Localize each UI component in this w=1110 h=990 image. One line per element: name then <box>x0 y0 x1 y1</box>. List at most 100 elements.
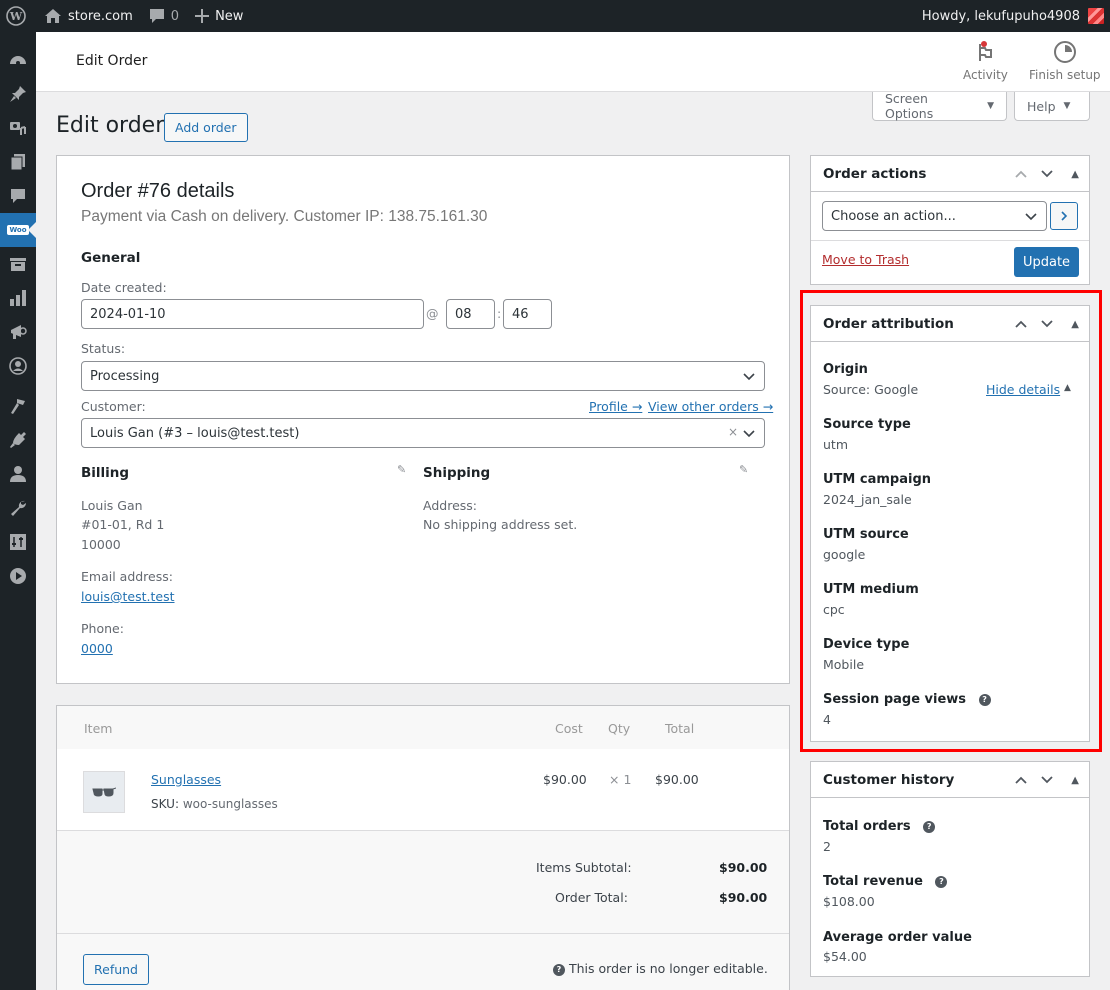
activity-label: Activity <box>963 68 1008 82</box>
move-up-chevron-icon[interactable] <box>1013 166 1029 182</box>
my-account-menu[interactable]: Howdy, lekufupuho4908 <box>922 8 1110 24</box>
order-action-select[interactable]: Choose an action... <box>822 201 1047 231</box>
comments-count: 0 <box>170 8 180 24</box>
hour-input[interactable]: 08 <box>446 299 495 329</box>
product-sku: SKU: woo-sunglasses <box>151 794 278 814</box>
billing-phone-link[interactable]: 0000 <box>81 641 113 656</box>
origin-label: Origin <box>823 362 868 377</box>
move-down-chevron-icon[interactable] <box>1039 166 1055 182</box>
source-type-label: Source type <box>823 417 911 432</box>
wordpress-icon: W <box>6 6 26 26</box>
update-button[interactable]: Update <box>1014 247 1079 277</box>
help-label: Help <box>1027 98 1056 114</box>
apply-action-button[interactable] <box>1050 202 1078 230</box>
status-select[interactable]: Processing <box>81 361 765 391</box>
toggle-panel-triangle-icon[interactable]: ▲ <box>1071 319 1079 330</box>
customer-select[interactable]: Louis Gan (#3 – louis@test.test) × <box>81 418 765 448</box>
chevron-down-icon <box>743 373 755 381</box>
device-type-label: Device type <box>823 637 910 652</box>
move-up-chevron-icon[interactable] <box>1013 772 1029 788</box>
not-editable-notice: ? This order is no longer editable. <box>553 961 768 976</box>
total-revenue-text: Total revenue <box>823 874 923 889</box>
status-label: Status: <box>81 341 126 356</box>
admin-sidebar: Woo <box>0 32 36 990</box>
sidebar-item-users[interactable] <box>0 457 36 491</box>
edit-billing-pencil-icon[interactable]: ✎ <box>397 463 406 476</box>
sidebar-item-appearance[interactable] <box>0 389 36 423</box>
product-thumbnail <box>83 771 125 813</box>
session-page-views-value: 4 <box>823 712 831 727</box>
general-heading: General <box>81 250 141 266</box>
activity-button[interactable]: Activity <box>963 40 1008 82</box>
sidebar-item-media-player[interactable] <box>0 559 36 593</box>
sidebar-item-customers[interactable] <box>0 349 36 383</box>
sidebar-item-woocommerce[interactable]: Woo <box>0 213 36 247</box>
product-name-link[interactable]: Sunglasses <box>151 772 221 787</box>
customer-history-title: Customer history <box>823 772 955 788</box>
page-title: Edit order <box>56 113 165 138</box>
sidebar-item-pages[interactable] <box>0 145 36 179</box>
column-item: Item <box>84 721 113 736</box>
item-total: $90.00 <box>655 772 699 787</box>
billing-address: #01-01, Rd 1 <box>81 517 165 532</box>
items-subtotal-label: Items Subtotal: <box>536 860 632 875</box>
sidebar-item-dashboard[interactable] <box>0 43 36 77</box>
sidebar-item-comments[interactable] <box>0 179 36 213</box>
move-up-chevron-icon[interactable] <box>1013 316 1029 332</box>
clear-customer-icon[interactable]: × <box>728 425 738 439</box>
customer-label: Customer: <box>81 399 146 414</box>
sidebar-item-plugins[interactable] <box>0 423 36 457</box>
new-content-link[interactable]: New <box>187 0 251 32</box>
view-other-orders-link[interactable]: View other orders → <box>648 399 773 414</box>
item-qty: × 1 <box>609 772 632 787</box>
header-title: Edit Order <box>76 53 148 69</box>
item-cost: $90.00 <box>543 772 587 787</box>
help-icon[interactable]: ? <box>978 693 991 706</box>
collapse-triangle-icon[interactable]: ▲ <box>1064 383 1071 393</box>
hide-details-link[interactable]: Hide details <box>986 382 1060 397</box>
svg-text:W: W <box>9 10 23 23</box>
utm-medium-label: UTM medium <box>823 582 919 597</box>
date-created-input[interactable]: 2024-01-10 <box>81 299 424 329</box>
edit-shipping-pencil-icon[interactable]: ✎ <box>739 463 748 476</box>
help-button[interactable]: Help ▼ <box>1014 92 1090 121</box>
sidebar-item-products[interactable] <box>0 247 36 281</box>
help-icon[interactable]: ? <box>923 820 936 833</box>
source-type-value: utm <box>823 437 848 452</box>
sidebar-item-media[interactable] <box>0 111 36 145</box>
order-items-panel: Item Cost Qty Total Sunglasses SKU: woo-… <box>56 705 790 990</box>
move-to-trash-link[interactable]: Move to Trash <box>822 252 909 267</box>
sidebar-item-analytics[interactable] <box>0 281 36 315</box>
move-down-chevron-icon[interactable] <box>1039 316 1055 332</box>
billing-email-link[interactable]: louis@test.test <box>81 589 175 604</box>
sidebar-item-settings[interactable] <box>0 525 36 559</box>
order-actions-title: Order actions <box>823 166 927 182</box>
avatar <box>1088 8 1104 24</box>
help-icon[interactable]: ? <box>935 875 948 888</box>
toggle-panel-triangle-icon[interactable]: ▲ <box>1071 775 1079 786</box>
order-meta: Payment via Cash on delivery. Customer I… <box>81 208 488 225</box>
order-action-placeholder: Choose an action... <box>831 208 956 224</box>
sidebar-item-marketing[interactable] <box>0 315 36 349</box>
comments-link[interactable]: 0 <box>141 0 187 32</box>
pages-icon <box>10 154 25 171</box>
minute-input[interactable]: 46 <box>503 299 552 329</box>
finish-setup-button[interactable]: Finish setup <box>1029 40 1101 82</box>
profile-link[interactable]: Profile → <box>589 399 642 414</box>
screen-options-button[interactable]: Screen Options ▼ <box>872 91 1007 121</box>
date-created-label: Date created: <box>81 280 167 295</box>
sidebar-item-posts[interactable] <box>0 77 36 111</box>
wordpress-logo-button[interactable]: W <box>0 0 36 32</box>
order-total-value: $90.00 <box>719 890 768 905</box>
add-order-button[interactable]: Add order <box>164 113 248 142</box>
greeting: Howdy, lekufupuho4908 <box>921 8 1080 24</box>
column-cost: Cost <box>555 721 583 736</box>
toggle-panel-triangle-icon[interactable]: ▲ <box>1071 169 1079 180</box>
site-name-link[interactable]: store.com <box>36 0 141 32</box>
billing-postcode: 10000 <box>81 537 121 552</box>
woocommerce-icon: Woo <box>7 225 29 235</box>
move-down-chevron-icon[interactable] <box>1039 772 1055 788</box>
sidebar-item-tools[interactable] <box>0 491 36 525</box>
refund-button[interactable]: Refund <box>83 954 149 985</box>
users-icon <box>10 466 26 482</box>
